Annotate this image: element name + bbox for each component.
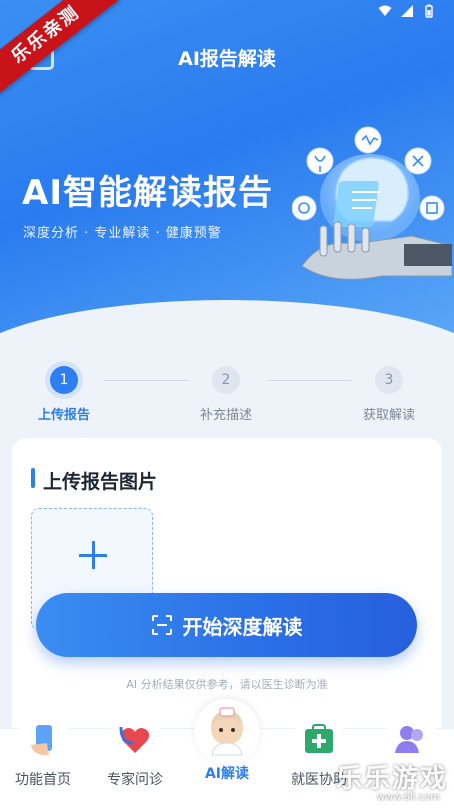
start-button-label: 开始深度解读 xyxy=(182,614,303,639)
nurse-avatar-icon xyxy=(194,699,260,765)
upload-card-title: 上传报告图片 xyxy=(43,471,158,493)
step-describe: 2 补充描述 xyxy=(171,366,281,423)
step-number: 2 xyxy=(212,366,240,394)
tab-ai-analysis[interactable]: AI解读 xyxy=(184,699,270,808)
step-number: 3 xyxy=(375,366,403,394)
hero-subtitle: 深度分析 · 专业解读 · 健康预警 xyxy=(23,226,222,241)
start-analysis-button[interactable]: 开始深度解读 xyxy=(36,593,417,657)
step-label: 上传报告 xyxy=(37,408,90,423)
scan-icon xyxy=(151,615,172,635)
step-label: 补充描述 xyxy=(199,408,252,423)
step-upload: 1 上传报告 xyxy=(9,366,119,423)
plus-icon-vertical xyxy=(91,541,95,569)
disclaimer-text: AI 分析结果仅供参考，请以医生诊断为准 xyxy=(126,678,328,691)
site-watermark: 乐乐游戏 xyxy=(335,764,448,794)
battery-icon xyxy=(425,4,433,18)
status-bar xyxy=(378,4,436,18)
stethoscope-heart-icon xyxy=(109,713,161,765)
tab-home[interactable]: 功能首页 xyxy=(0,713,86,808)
phone-hand-icon xyxy=(17,713,69,765)
hero-title: AI智能解读报告 xyxy=(22,173,273,213)
upload-card: 上传报告图片 xyxy=(12,438,442,738)
step-label: 获取解读 xyxy=(362,408,415,423)
step-result: 3 获取解读 xyxy=(334,366,444,423)
page-title: AI报告解读 xyxy=(178,48,276,70)
step-number: 1 xyxy=(50,366,78,394)
hero-curve xyxy=(0,300,454,340)
signal-icon xyxy=(401,5,413,17)
progress-steps: 1 上传报告 2 补充描述 3 获取解读 xyxy=(0,360,454,430)
ai-robot-hand-illustration xyxy=(292,126,452,280)
tab-label: AI解读 xyxy=(204,766,250,782)
hero-banner: AI报告解读 AI智能解读报告 深度分析 · 专业解读 · 健康预警 xyxy=(0,0,454,340)
tab-label: 功能首页 xyxy=(15,772,71,788)
site-url-watermark: www.6ll.com xyxy=(376,792,440,803)
tab-label: 专家问诊 xyxy=(107,772,163,788)
title-accent-bar xyxy=(31,468,35,488)
wifi-icon xyxy=(378,5,392,16)
tab-consult[interactable]: 专家问诊 xyxy=(92,713,178,808)
